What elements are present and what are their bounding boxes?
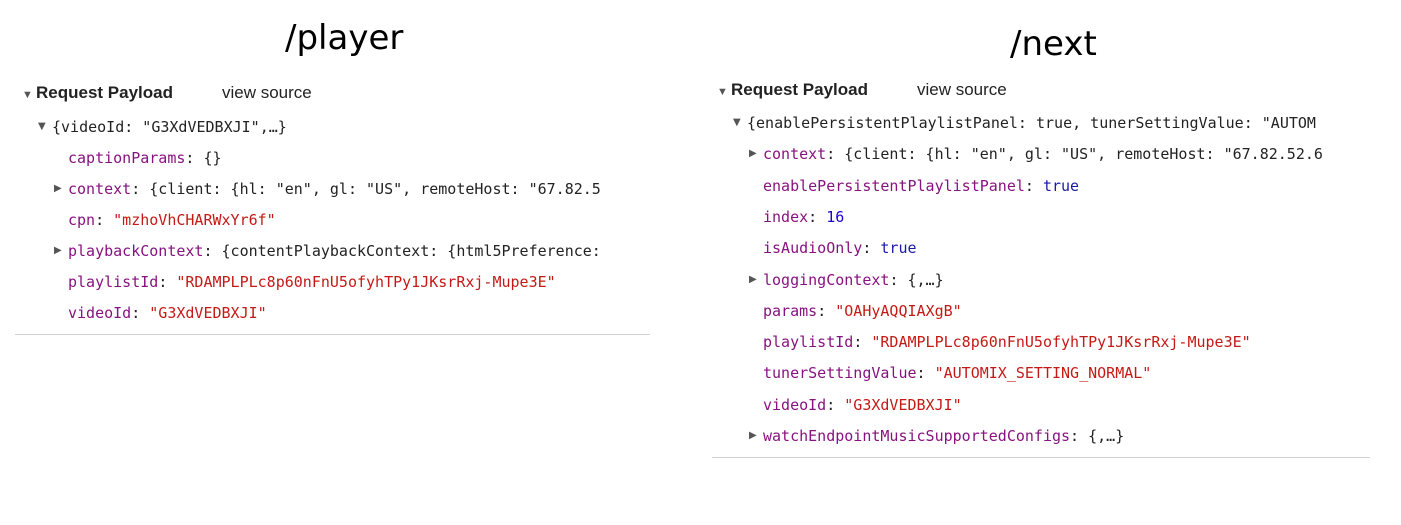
tree-row-key: playlistId (68, 273, 159, 291)
tree-row-value: "AUTOMIX_SETTING_NORMAL" (934, 364, 1152, 383)
tree-row-value: "mzhoVhCHARWxYr6f" (113, 211, 276, 229)
tree-row-key: enablePersistentPlaylistPanel (763, 176, 1025, 195)
tree-row-summary: {enablePersistentPlaylistPanel: true, tu… (747, 114, 1316, 132)
tree-row-value: true (1042, 176, 1080, 195)
player-divider (15, 334, 650, 335)
tree-row-key: videoId (763, 395, 827, 414)
tree-row-value: "OAHyAQQIAXgB" (835, 301, 962, 320)
tree-row-value: 16 (826, 207, 845, 226)
tree-row-key: cpn (68, 211, 96, 229)
tree-row-key: videoId (68, 304, 132, 322)
tree-row-value: "RDAMPLPLc8p60nFnU5ofyhTPy1JKsrRxj-Mupe3… (176, 273, 556, 291)
tree-row[interactable]: ▶ context: {client: {hl: "en", gl: "US", … (54, 179, 650, 199)
tree-row-value: {client: {hl: "en", gl: "US", remoteHost… (844, 145, 1323, 164)
triangle-down-icon[interactable]: ▼ (733, 113, 747, 133)
tree-row-key: loggingContext (763, 270, 890, 289)
tree-row: cpn: "mzhoVhCHARWxYr6f" (68, 211, 276, 229)
tree-row-value: {} (203, 149, 222, 167)
tree-row[interactable]: ▶ watchEndpointMusicSupportedConfigs: {,…… (749, 426, 1371, 446)
tree-row-key: context (68, 180, 132, 198)
tree-row-key: tunerSettingValue (763, 364, 917, 383)
triangle-down-icon: ▼ (717, 86, 728, 98)
tree-row-value: "G3XdVEDBXJI" (149, 304, 267, 322)
view-source-link[interactable]: view source (917, 80, 1007, 100)
tree-row-key: isAudioOnly (763, 239, 863, 258)
triangle-right-icon[interactable]: ▶ (54, 179, 68, 199)
tree-row-value: {contentPlaybackContext: {html5Preferenc… (221, 242, 601, 260)
next-divider (712, 457, 1370, 458)
tree-row[interactable]: ▼ {videoId: "G3XdVEDBXJI",…} (38, 117, 650, 137)
player-request-payload-header[interactable]: ▼ Request Payload view source (22, 83, 312, 103)
tree-row[interactable]: ▼ {enablePersistentPlaylistPanel: true, t… (733, 113, 1371, 133)
triangle-down-icon: ▼ (22, 89, 33, 101)
tree-row: playlistId: "RDAMPLPLc8p60nFnU5ofyhTPy1J… (68, 273, 556, 291)
player-title: /player (285, 18, 404, 58)
tree-row-key: params (763, 301, 818, 320)
tree-row-value: {,…} (907, 270, 944, 289)
tree-row-value: "G3XdVEDBXJI" (844, 395, 962, 414)
next-request-payload-header[interactable]: ▼ Request Payload view source (717, 80, 1007, 100)
triangle-right-icon[interactable]: ▶ (749, 270, 763, 290)
tree-row-value: true (880, 239, 917, 258)
tree-row: playlistId: "RDAMPLPLc8p60nFnU5ofyhTPy1J… (763, 333, 1251, 352)
tree-row-value: {client: {hl: "en", gl: "US", remoteHost… (149, 180, 601, 198)
tree-row-key: playlistId (763, 333, 854, 352)
tree-row-summary: {videoId: "G3XdVEDBXJI",…} (52, 118, 287, 136)
view-source-link[interactable]: view source (222, 83, 312, 103)
request-payload-label: Request Payload (36, 83, 173, 102)
tree-row: videoId: "G3XdVEDBXJI" (68, 304, 267, 322)
tree-row: params: "OAHyAQQIAXgB" (763, 301, 962, 320)
tree-row: captionParams: {} (68, 149, 222, 167)
tree-row-value: "RDAMPLPLc8p60nFnU5ofyhTPy1JKsrRxj-Mupe3… (871, 333, 1251, 352)
tree-row[interactable]: ▶ loggingContext: {,…} (749, 270, 1371, 290)
triangle-down-icon[interactable]: ▼ (38, 117, 52, 137)
tree-row-key: context (763, 145, 827, 164)
tree-row: enablePersistentPlaylistPanel: true (763, 176, 1080, 195)
tree-row-key: index (763, 207, 809, 226)
next-title: /next (1010, 24, 1097, 64)
tree-row-value: {,…} (1088, 427, 1125, 445)
request-payload-label: Request Payload (731, 80, 868, 99)
triangle-right-icon[interactable]: ▶ (749, 144, 763, 164)
triangle-right-icon[interactable]: ▶ (749, 426, 763, 446)
tree-row: index: 16 (763, 207, 845, 226)
tree-row: tunerSettingValue: "AUTOMIX_SETTING_NORM… (763, 364, 1152, 383)
tree-row[interactable]: ▶ playbackContext: {contentPlaybackContex… (54, 241, 650, 261)
tree-row-key: captionParams (68, 149, 186, 167)
tree-row-key: watchEndpointMusicSupportedConfigs (763, 427, 1071, 445)
tree-row: videoId: "G3XdVEDBXJI" (763, 395, 962, 414)
triangle-right-icon[interactable]: ▶ (54, 241, 68, 261)
tree-row: isAudioOnly: true (763, 239, 917, 258)
tree-row[interactable]: ▶ context: {client: {hl: "en", gl: "US", … (749, 144, 1371, 164)
tree-row-key: playbackContext (68, 242, 204, 260)
